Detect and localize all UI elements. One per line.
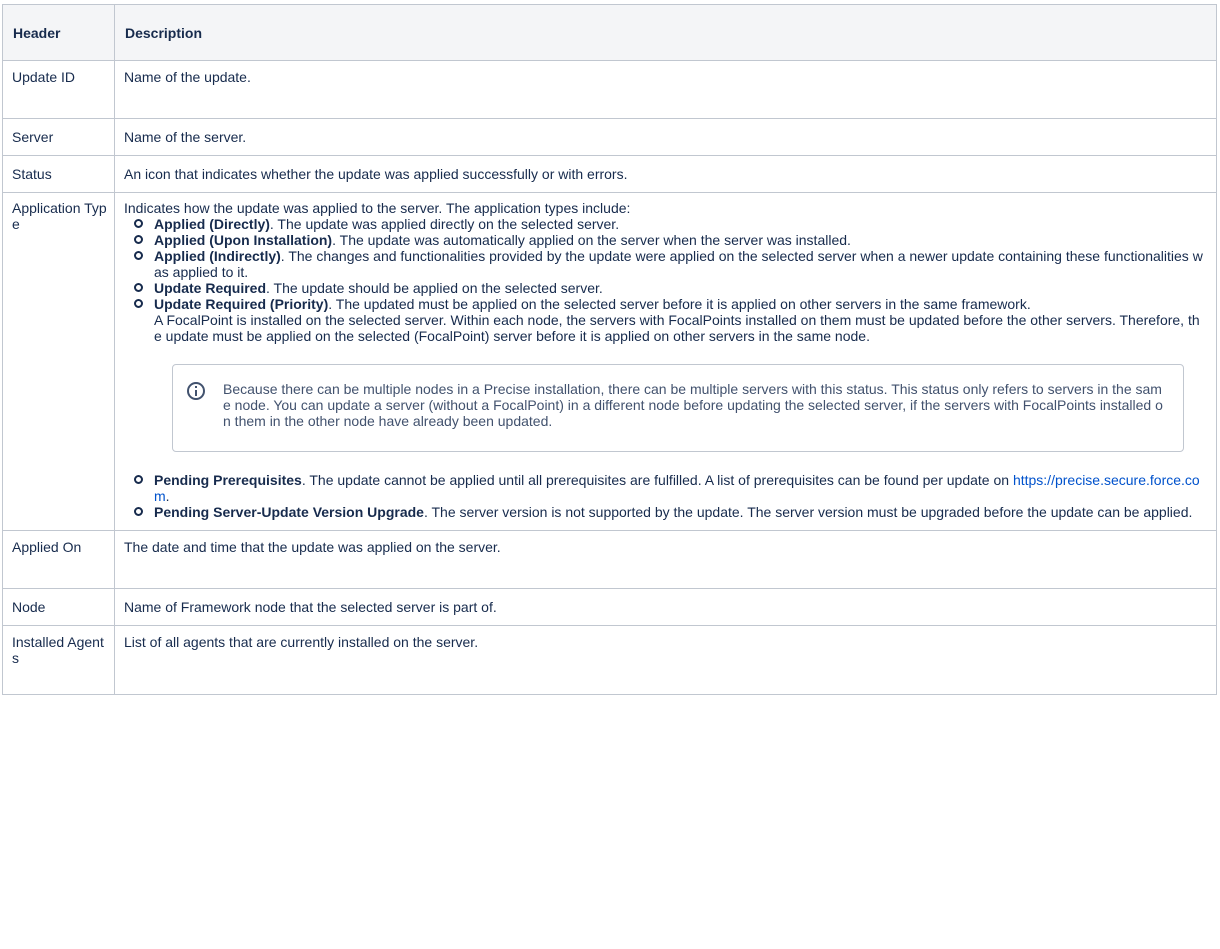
table-row: Update ID Name of the update. [2,60,1217,119]
row-description-update-id: Name of the update. [114,60,1217,119]
row-header-applied-on: Applied On [2,530,115,589]
table-row: Installed Agents List of all agents that… [2,625,1217,695]
row-description-status: An icon that indicates whether the updat… [114,155,1217,193]
list-item: Pending Server-Update Version Upgrade. T… [134,504,1207,520]
row-description-server: Name of the server. [114,118,1217,156]
bullet-icon [134,475,143,484]
table-row: Status An icon that indicates whether th… [2,155,1217,193]
application-type-intro: Indicates how the update was applied to … [124,200,631,216]
item-term: Applied (Directly) [154,216,270,232]
row-header-application-type: Application Type [2,192,115,531]
bullet-icon [134,251,143,260]
list-item: Applied (Indirectly). The changes and fu… [134,248,1207,280]
row-header-status: Status [2,155,115,193]
list-item: Applied (Directly). The update was appli… [134,216,1207,232]
info-note-panel: Because there can be multiple nodes in a… [172,364,1184,452]
table-row: Applied On The date and time that the up… [2,530,1217,589]
row-header-node: Node [2,588,115,626]
bullet-icon [134,235,143,244]
column-header-description: Description [114,4,1217,61]
item-text: . The update was automatically applied o… [332,232,851,248]
bullet-icon [134,507,143,516]
info-icon [187,382,205,400]
bullet-icon [134,219,143,228]
list-item: Update Required (Priority). The updated … [134,296,1207,452]
item-term: Pending Server-Update Version Upgrade [154,504,424,520]
list-item: Update Required. The update should be ap… [134,280,1207,296]
item-term: Pending Prerequisites [154,472,302,488]
item-text: . The server version is not supported by… [423,504,1193,520]
row-header-server: Server [2,118,115,156]
item-text: . The changes and functionalities provid… [154,248,1203,280]
item-text: . The updated must be applied on the sel… [328,296,1031,312]
column-header-header: Header [2,4,115,61]
table-header-row: Header Description [2,4,1217,61]
table-row: Server Name of the server. [2,118,1217,156]
item-text: . The update should be applied on the se… [266,280,603,296]
item-term: Update Required (Priority) [154,296,329,312]
item-term: Applied (Indirectly) [154,248,281,264]
row-description-applied-on: The date and time that the update was ap… [114,530,1217,589]
row-description-node: Name of Framework node that the selected… [114,588,1217,626]
item-term: Update Required [154,280,267,296]
bullet-icon [134,283,143,292]
row-header-update-id: Update ID [2,60,115,119]
row-header-installed-agents: Installed Agents [2,625,115,695]
item-text: . The update cannot be applied until all… [301,472,1013,488]
update-details-table: Header Description Update ID Name of the… [2,4,1217,695]
table-row: Application Type Indicates how the updat… [2,192,1217,531]
application-type-list: Applied (Directly). The update was appli… [124,216,1207,520]
row-description-application-type: Indicates how the update was applied to … [114,192,1217,531]
row-description-installed-agents: List of all agents that are currently in… [114,625,1217,695]
item-text: . The update was applied directly on the… [269,216,620,232]
list-item: Pending Prerequisites. The update cannot… [134,472,1207,504]
table-row: Node Name of Framework node that the sel… [2,588,1217,626]
bullet-icon [134,299,143,308]
info-note-text: Because there can be multiple nodes in a… [223,381,1163,429]
item-term: Applied (Upon Installation) [154,232,333,248]
item-text-end: . [165,488,170,504]
item-extra-text: A FocalPoint is installed on the selecte… [154,312,1200,344]
list-item: Applied (Upon Installation). The update … [134,232,1207,248]
